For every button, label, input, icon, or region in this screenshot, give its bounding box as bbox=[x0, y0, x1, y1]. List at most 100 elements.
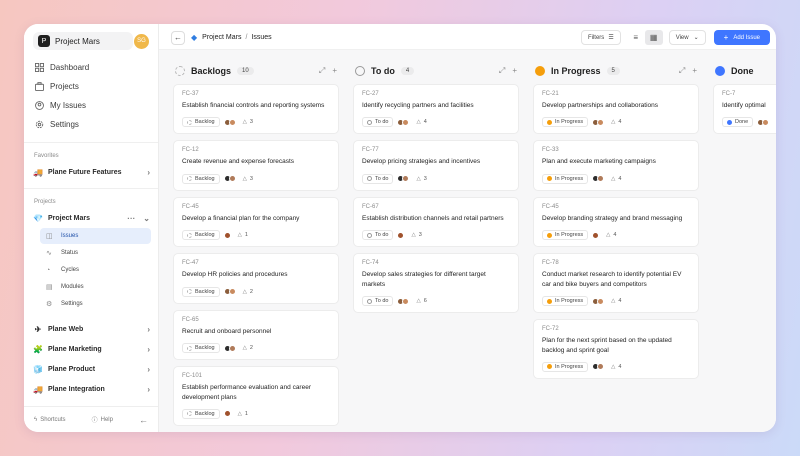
estimate[interactable]: △ 3 bbox=[411, 232, 421, 238]
assignees[interactable] bbox=[592, 231, 600, 239]
estimate[interactable]: △ 3 bbox=[243, 119, 253, 125]
issue-card[interactable]: FC-7 Identify optimal Done bbox=[713, 84, 776, 135]
estimate[interactable]: △ 4 bbox=[611, 298, 621, 304]
issue-card[interactable]: FC-78 Conduct market research to identify… bbox=[533, 253, 699, 314]
assignees[interactable] bbox=[592, 363, 605, 371]
state-dropdown[interactable]: Backlog bbox=[182, 286, 220, 297]
project-plane-marketing[interactable]: 🧩 Plane Marketing › bbox=[24, 339, 158, 359]
issue-card[interactable]: FC-72 Plan for the next sprint based on t… bbox=[533, 319, 699, 379]
state-icon bbox=[187, 289, 192, 295]
add-issue-button[interactable]: + Add Issue bbox=[713, 30, 770, 45]
plus-icon[interactable]: + bbox=[692, 66, 697, 76]
assignees[interactable] bbox=[223, 344, 236, 352]
assignees[interactable] bbox=[223, 175, 236, 183]
state-dropdown[interactable]: Backlog bbox=[182, 173, 220, 184]
kanban-view-toggle[interactable]: ▦ bbox=[644, 30, 663, 45]
assignees[interactable] bbox=[592, 175, 605, 183]
sidebar-item-status[interactable]: ∿ Status bbox=[40, 245, 151, 261]
state-dropdown[interactable]: Done bbox=[722, 117, 754, 128]
issue-card[interactable]: FC-37 Establish financial controls and re… bbox=[173, 84, 339, 135]
state-dropdown[interactable]: To do bbox=[362, 230, 394, 241]
user-avatar[interactable]: SG bbox=[134, 33, 149, 49]
assignees[interactable] bbox=[223, 231, 231, 239]
state-dropdown[interactable]: In Progress bbox=[542, 296, 589, 307]
assignees[interactable] bbox=[223, 288, 236, 296]
issue-card[interactable]: FC-101 Establish performance evaluation a… bbox=[173, 366, 339, 426]
list-view-toggle[interactable]: ≡ bbox=[627, 30, 645, 45]
state-dropdown[interactable]: To do bbox=[362, 117, 394, 128]
state-icon bbox=[727, 119, 732, 125]
chevron-down-icon[interactable]: ⌄ bbox=[143, 214, 150, 223]
plus-icon[interactable]: + bbox=[512, 66, 517, 76]
nav-my-issues[interactable]: My Issues bbox=[30, 96, 152, 115]
estimate[interactable]: △ 4 bbox=[611, 176, 621, 182]
assignees[interactable] bbox=[397, 175, 410, 183]
estimate[interactable]: △ 4 bbox=[611, 364, 621, 370]
state-dropdown[interactable]: In Progress bbox=[542, 230, 589, 241]
assignees[interactable] bbox=[223, 118, 236, 126]
nav-settings[interactable]: Settings bbox=[30, 115, 152, 134]
collapse-sidebar-button[interactable]: ← bbox=[139, 415, 148, 425]
issue-card[interactable]: FC-65 Recruit and onboard personnel Backlo… bbox=[173, 309, 339, 361]
assignees[interactable] bbox=[592, 118, 605, 126]
state-dropdown[interactable]: In Progress bbox=[542, 173, 589, 184]
project-plane-web[interactable]: ✈ Plane Web › bbox=[24, 319, 158, 339]
project-plane-product[interactable]: 🧊 Plane Product › bbox=[24, 359, 158, 379]
help-button[interactable]: ⓘ Help bbox=[92, 415, 113, 425]
expand-icon[interactable]: ⤢ bbox=[319, 66, 325, 76]
assignees[interactable] bbox=[223, 410, 231, 418]
estimate[interactable]: △ 1 bbox=[238, 232, 248, 238]
issue-card[interactable]: FC-74 Develop sales strategies for differ… bbox=[353, 253, 519, 314]
nav-dashboard[interactable]: Dashboard bbox=[30, 58, 152, 77]
state-dropdown[interactable]: Backlog bbox=[182, 408, 220, 419]
view-dropdown[interactable]: View ⌄ bbox=[668, 30, 706, 45]
estimate[interactable]: △ 4 bbox=[611, 119, 621, 125]
issue-card[interactable]: FC-67 Establish distribution channels and… bbox=[353, 196, 519, 248]
plus-icon[interactable]: + bbox=[332, 66, 337, 76]
expand-icon[interactable]: ⤢ bbox=[499, 66, 505, 76]
filters-button[interactable]: Filters ☰ bbox=[580, 30, 621, 45]
favorite-item[interactable]: 🚚 Plane Future Features › bbox=[24, 162, 158, 182]
estimate[interactable]: △ 3 bbox=[243, 176, 253, 182]
state-dropdown[interactable]: In Progress bbox=[542, 117, 589, 128]
estimate[interactable]: △ 4 bbox=[416, 119, 426, 125]
assignees[interactable] bbox=[397, 297, 410, 305]
state-dropdown[interactable]: In Progress bbox=[542, 361, 589, 372]
issue-card[interactable]: FC-27 Identify recycling partners and fac… bbox=[353, 84, 519, 135]
estimate[interactable]: △ 1 bbox=[238, 411, 248, 417]
state-dropdown[interactable]: Backlog bbox=[182, 230, 220, 241]
assignees[interactable] bbox=[757, 118, 770, 126]
sidebar-item-issues[interactable]: ◫ Issues bbox=[40, 228, 151, 244]
workspace-switcher[interactable]: P Project Mars bbox=[33, 32, 133, 50]
estimate[interactable]: △ 2 bbox=[243, 289, 253, 295]
issue-card[interactable]: FC-45 Develop branding strategy and brand… bbox=[533, 196, 699, 248]
estimate[interactable]: △ 3 bbox=[416, 176, 426, 182]
shortcuts-button[interactable]: ϟ Shortcuts bbox=[34, 417, 66, 423]
more-icon[interactable]: ··· bbox=[127, 214, 135, 223]
estimate[interactable]: △ 2 bbox=[243, 345, 253, 351]
issue-card[interactable]: FC-77 Develop pricing strategies and ince… bbox=[353, 140, 519, 191]
issue-card[interactable]: FC-47 Develop HR policies and procedures B… bbox=[173, 253, 339, 304]
assignees[interactable] bbox=[397, 118, 410, 126]
issue-card[interactable]: FC-45 Develop a financial plan for the co… bbox=[173, 196, 339, 248]
project-plane-integration[interactable]: 🚚 Plane Integration › bbox=[24, 379, 158, 399]
estimate[interactable]: △ 6 bbox=[416, 298, 426, 304]
assignees[interactable] bbox=[592, 297, 605, 305]
assignees[interactable] bbox=[397, 231, 405, 239]
state-dropdown[interactable]: Backlog bbox=[182, 343, 220, 354]
state-dropdown[interactable]: Backlog bbox=[182, 117, 220, 128]
sidebar-item-modules[interactable]: ▤ Modules bbox=[40, 279, 151, 295]
sidebar-item-settings[interactable]: ⚙ Settings bbox=[40, 296, 151, 312]
issue-card[interactable]: FC-33 Plan and execute marketing campaign… bbox=[533, 140, 699, 191]
estimate[interactable]: △ 4 bbox=[606, 232, 616, 238]
back-button[interactable]: ← bbox=[171, 30, 185, 45]
sidebar-item-cycles[interactable]: ◔ Cycles bbox=[40, 262, 151, 278]
breadcrumb-project[interactable]: Project Mars bbox=[202, 34, 241, 41]
issue-card[interactable]: FC-12 Create revenue and expense forecast… bbox=[173, 140, 339, 191]
project-current[interactable]: 💎 Project Mars ··· ⌄ bbox=[24, 208, 158, 228]
expand-icon[interactable]: ⤢ bbox=[679, 66, 685, 76]
nav-projects[interactable]: Projects bbox=[30, 77, 152, 96]
state-dropdown[interactable]: To do bbox=[362, 173, 394, 184]
issue-card[interactable]: FC-21 Develop partnerships and collaborat… bbox=[533, 84, 699, 135]
state-dropdown[interactable]: To do bbox=[362, 296, 394, 307]
